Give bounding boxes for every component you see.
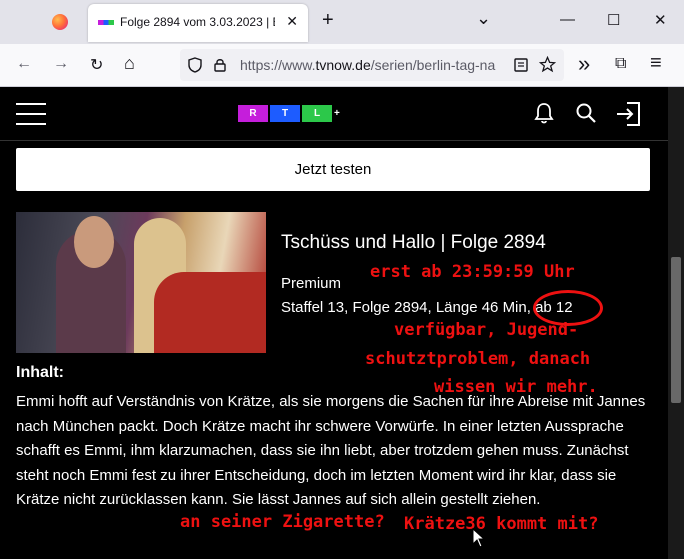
hamburger-menu-icon[interactable]: [16, 103, 46, 125]
page-scrollbar[interactable]: [668, 87, 684, 559]
reload-icon[interactable]: ↻: [90, 55, 103, 75]
back-icon[interactable]: ←: [16, 55, 32, 73]
inhalt-text: Emmi hofft auf Verständnis von Krätze, a…: [16, 393, 646, 509]
rtl-plus-logo[interactable]: R T L +: [238, 105, 342, 122]
list-all-tabs-icon[interactable]: ⌄: [476, 8, 491, 29]
forward-icon[interactable]: →: [53, 55, 69, 73]
bell-icon[interactable]: [534, 102, 554, 124]
episode-title: Tschüss und Hallo | Folge 2894: [281, 232, 546, 253]
url-bar[interactable]: https://www.tvnow.de/serien/berlin-tag-n…: [180, 49, 564, 81]
tab-close-icon[interactable]: ✕: [286, 13, 298, 30]
logo-letter-r: R: [238, 105, 268, 122]
jetzt-testen-button[interactable]: Jetzt testen: [16, 148, 650, 191]
annotation-line-3: schutztproblem, danach: [365, 349, 591, 369]
tab-title: Folge 2894 vom 3.03.2023 | Berlin: [120, 15, 275, 29]
rtl-favicon-icon: [98, 20, 114, 25]
logo-plus: +: [334, 108, 340, 119]
extensions-icon[interactable]: ⧉: [615, 55, 626, 73]
new-tab-icon[interactable]: +: [322, 9, 334, 32]
menu-icon[interactable]: ≡: [650, 52, 662, 75]
tab-bar: Folge 2894 vom 3.03.2023 | Berlin ✕ + ⌄ …: [0, 0, 684, 44]
annotation-bottom-left: an seiner Zigarette?: [180, 512, 385, 532]
tab-active[interactable]: Folge 2894 vom 3.03.2023 | Berlin ✕: [88, 4, 308, 42]
reader-view-icon[interactable]: [514, 58, 528, 72]
lock-icon[interactable]: [214, 58, 226, 72]
annotation-bottom-right: Krätze36 kommt mit?: [404, 514, 599, 534]
bookmark-star-icon[interactable]: [539, 56, 556, 73]
episode-meta: Staffel 13, Folge 2894, Länge 46 Min, ab…: [281, 299, 573, 316]
search-icon[interactable]: [575, 102, 597, 124]
firefox-icon[interactable]: [52, 14, 68, 30]
premium-badge: Premium: [281, 275, 342, 292]
close-window-icon[interactable]: ✕: [654, 11, 667, 29]
annotation-line-4: wissen wir mehr.: [434, 377, 598, 397]
scrollbar-thumb[interactable]: [671, 257, 681, 403]
url-text[interactable]: https://www.tvnow.de/serien/berlin-tag-n…: [240, 57, 505, 73]
home-icon[interactable]: ⌂: [124, 53, 135, 74]
nav-bar: ← → ↻ ⌂ https://www.tvnow.de/serien/berl…: [0, 44, 684, 86]
maximize-icon[interactable]: ☐: [607, 11, 620, 29]
episode-thumbnail[interactable]: [16, 212, 266, 353]
annotation-line-1: erst ab 23:59:59 Uhr: [370, 262, 575, 282]
browser-chrome: Folge 2894 vom 3.03.2023 | Berlin ✕ + ⌄ …: [0, 0, 684, 87]
logo-letter-t: T: [270, 105, 300, 122]
shield-icon[interactable]: [188, 57, 202, 73]
header-divider: [0, 140, 668, 141]
mouse-cursor-icon: [472, 528, 486, 548]
inhalt-heading: Inhalt:: [16, 364, 64, 381]
overflow-icon[interactable]: »: [578, 51, 590, 77]
logo-letter-l: L: [302, 105, 332, 122]
minimize-icon[interactable]: —: [560, 11, 575, 28]
site-header: R T L +: [0, 87, 668, 140]
annotation-line-2: verfügbar, Jugend-: [394, 320, 579, 340]
login-icon[interactable]: [615, 101, 641, 127]
